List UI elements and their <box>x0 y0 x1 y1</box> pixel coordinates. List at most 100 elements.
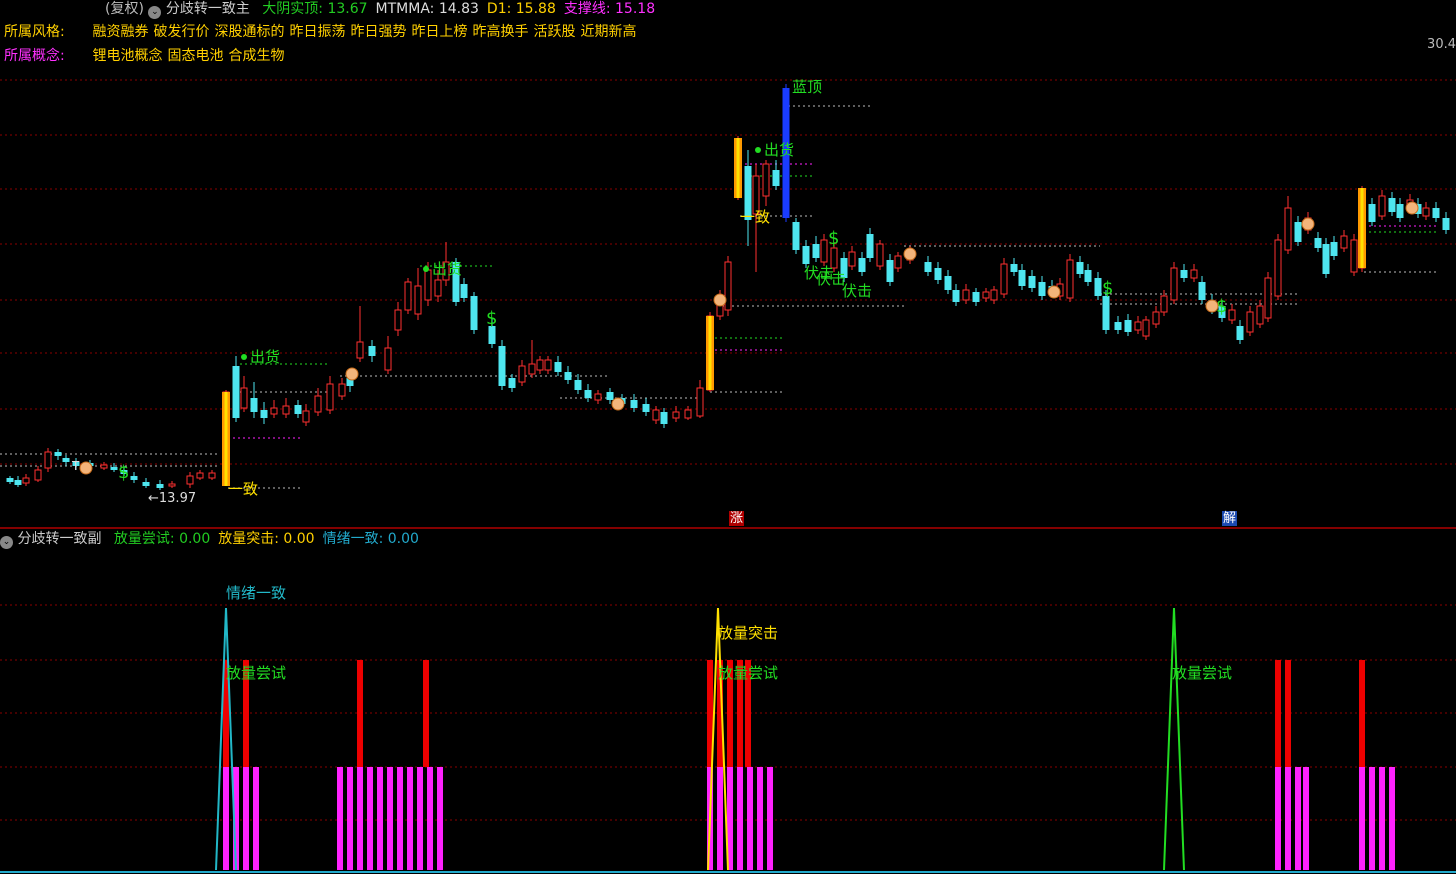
candle-body-up <box>1160 295 1168 313</box>
candle-body-up <box>168 483 176 487</box>
candle-body-up <box>894 255 902 269</box>
candle-body-down <box>1018 270 1026 286</box>
chevron-down-icon[interactable]: ⌄ <box>148 6 162 19</box>
candle-body-down <box>1180 270 1188 278</box>
restore-label[interactable]: (复权) <box>105 1 144 17</box>
volume-bar-magenta <box>1359 767 1365 870</box>
candle-body-down <box>508 378 516 388</box>
label-dollar: $ <box>118 462 129 483</box>
style-tag[interactable]: 昨日强势 <box>350 24 406 40</box>
candle-body-up <box>518 365 526 383</box>
volume-bar-magenta <box>223 767 229 870</box>
candle-body-up <box>1000 263 1008 295</box>
candle-body-down <box>952 290 960 302</box>
candle-body-down <box>1010 264 1018 272</box>
header-item: 支撑线: 15.18 <box>563 1 656 17</box>
chart-canvas[interactable]: 出货出货出货蓝顶一致一致伏击伏击伏击$$$$$←13.97T 情绪一致放量突击放… <box>0 0 1456 874</box>
candle-body-down <box>54 452 62 456</box>
label-changshi: 放量尝试 <box>1172 664 1232 682</box>
volume-bar-magenta <box>1389 767 1395 870</box>
volume-bar-magenta <box>397 767 403 870</box>
candle-body-down <box>934 268 942 280</box>
candle-body-down <box>554 362 562 372</box>
candle-body-down <box>1038 282 1046 296</box>
volume-bar-magenta <box>367 767 373 870</box>
candle-body-down <box>1442 218 1450 230</box>
indicator-name[interactable]: 分歧转一致主 <box>166 1 250 17</box>
volume-bar-magenta <box>1275 767 1281 870</box>
concept-tag[interactable]: 固态电池 <box>167 48 223 64</box>
label-dollar: $ <box>486 308 497 329</box>
volume-bar-magenta <box>417 767 423 870</box>
candle-body-down <box>866 234 874 258</box>
candle-body-down <box>1388 198 1396 212</box>
marker-jie[interactable]: 解 <box>1222 511 1237 526</box>
candle-body-up <box>1264 277 1272 319</box>
style-tag[interactable]: 深股通标的 <box>214 24 284 40</box>
volume-bar-magenta <box>1369 767 1375 870</box>
candle-body-down <box>1330 242 1338 256</box>
concept-tag[interactable]: 锂电池概念 <box>92 48 162 64</box>
style-tag[interactable]: 昨日上榜 <box>411 24 467 40</box>
candle-body-down <box>1368 204 1376 222</box>
chevron-down-icon[interactable]: ⌄ <box>0 536 13 549</box>
candle-body-down <box>1314 238 1322 248</box>
candle-body-down <box>1102 296 1110 330</box>
candle-body-up <box>22 477 30 484</box>
sub-indicator-header: ⌄ 分歧转一致副 放量尝试: 0.00 放量突击: 0.00 情绪一致: 0.00 <box>0 530 419 549</box>
dot-marker <box>241 354 247 360</box>
candle-body-down <box>564 372 572 380</box>
volume-bar-magenta <box>407 767 413 870</box>
hand-pointer-icon <box>79 461 93 475</box>
style-tag[interactable]: 融资融券 <box>92 24 148 40</box>
candle-body-down <box>1028 276 1036 288</box>
candle-body-up <box>1256 305 1264 325</box>
candle-body-down <box>1294 222 1302 242</box>
candle-body-up <box>990 289 998 301</box>
hand-pointer-icon <box>1405 201 1419 215</box>
volume-bar-magenta <box>253 767 259 870</box>
candle-body-down <box>498 346 506 386</box>
sub-indicator-chart: 情绪一致放量突击放量尝试 放量尝试 放量尝试 <box>215 584 1395 871</box>
candle-body-up <box>1228 309 1236 321</box>
sub-indicator-name[interactable]: 分歧转一致副 <box>17 531 101 547</box>
concept-label: 所属概念: <box>4 48 65 64</box>
volume-bar-red <box>1359 660 1365 767</box>
sub-header-item: 放量尝试: 0.00 <box>113 531 211 547</box>
candle-body-down <box>772 170 780 186</box>
candle-body-up <box>414 285 422 315</box>
signal-bar-core <box>736 138 740 198</box>
candle-body-down <box>110 467 118 470</box>
style-tag[interactable]: 昨高换手 <box>472 24 528 40</box>
volume-bar-magenta <box>767 767 773 870</box>
label-t: T <box>71 459 80 473</box>
volume-bar-magenta <box>737 767 743 870</box>
hand-pointer-icon <box>611 397 625 411</box>
candle-body-down <box>232 366 240 418</box>
candle-body-up <box>1066 259 1074 299</box>
candle-body-up <box>44 451 52 469</box>
style-tag[interactable]: 昨日振荡 <box>289 24 345 40</box>
candle-body-down <box>574 380 582 390</box>
marker-zhang[interactable]: 涨 <box>729 511 744 526</box>
candle-body-down <box>886 260 894 282</box>
candle-body-up <box>196 472 204 479</box>
candle-body-up <box>1422 207 1430 217</box>
candle-body-up <box>1134 321 1142 331</box>
candle-body-up <box>820 239 828 263</box>
volume-bar-magenta <box>437 767 443 870</box>
candle-body-down <box>14 480 22 485</box>
signal-bar-core <box>708 316 712 390</box>
candle-body-up <box>1142 319 1150 337</box>
candle-body-up <box>240 387 248 409</box>
style-tag[interactable]: 破发行价 <box>153 24 209 40</box>
candle-body-up <box>282 405 290 415</box>
candle-body-up <box>696 387 704 417</box>
style-tag[interactable]: 近期新高 <box>580 24 636 40</box>
candle-body-down <box>858 258 866 272</box>
candle-body-up <box>544 359 552 371</box>
candle-body-down <box>792 222 800 250</box>
style-tag[interactable]: 活跃股 <box>533 24 575 40</box>
concept-tag[interactable]: 合成生物 <box>228 48 284 64</box>
candle-body-down <box>156 484 164 488</box>
